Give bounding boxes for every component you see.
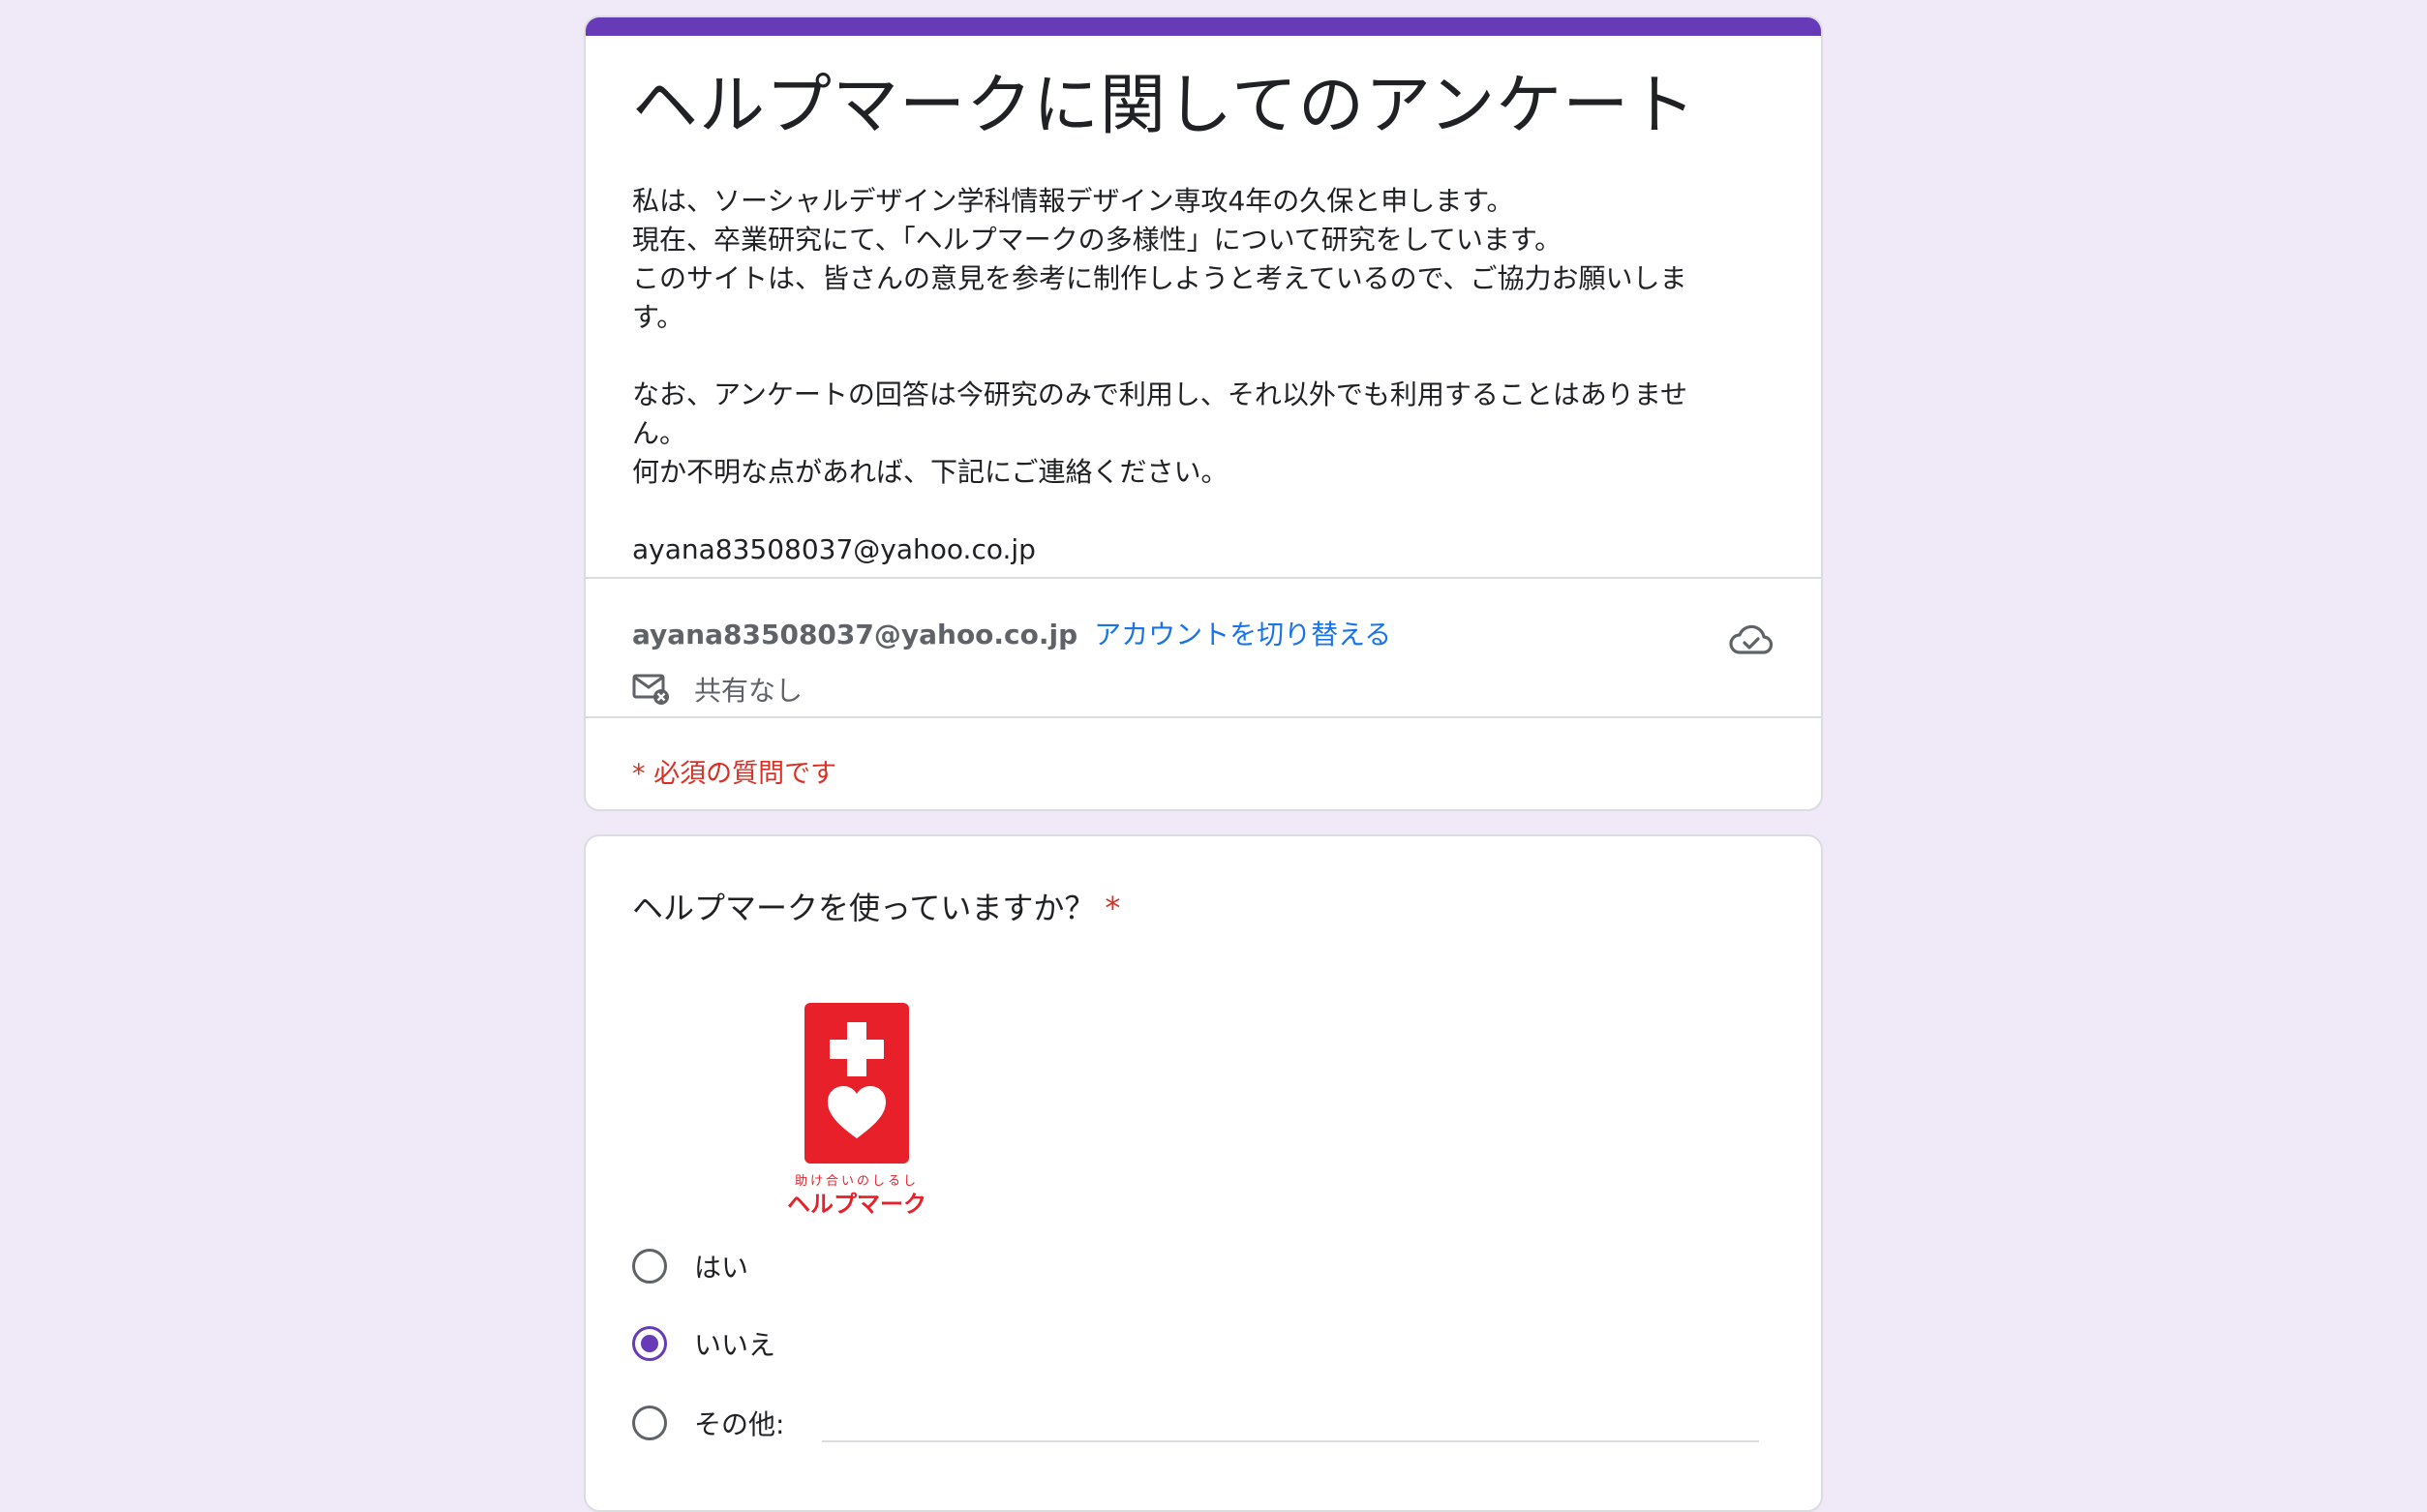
form-header-card: ヘルプマークに関してのアンケート 私は、ソーシャルデザイン学科情報デザイン専攻4… [584,15,1823,811]
question-title: ヘルプマークを使っていますか？ * [632,885,1120,931]
question-text: ヘルプマークを使っていますか？ [632,890,1096,926]
cloud-check-icon[interactable] [1728,618,1775,664]
option-label: はい [694,1252,749,1284]
option-label: いいえ [694,1329,776,1361]
description-line: 現在、卒業研究にて、「ヘルプマークの多様性」について研究をしています。 [632,224,1562,256]
account-email: ayana83508037@yahoo.co.jp [632,619,1078,650]
description-contact-email: ayana83508037@yahoo.co.jp [632,533,1036,565]
account-line: ayana83508037@yahoo.co.jp アカウントを切り替える [632,616,1391,654]
option-no[interactable]: いいえ [632,1322,775,1365]
mail-not-shared-icon [632,672,671,707]
radio-yes[interactable] [632,1249,667,1284]
switch-account-link[interactable]: アカウントを切り替える [1094,619,1391,650]
radio-no[interactable] [632,1326,667,1361]
description-line: す。 [632,301,684,333]
header-divider [586,577,1821,579]
description-line: ん。 [632,417,687,449]
form-title: ヘルプマークに関してのアンケート [632,68,1697,144]
help-mark-caption: ヘルプマーク [787,1191,926,1218]
help-mark-subtitle: 助け合いのしるし [795,1174,919,1189]
share-status-row: 共有なし [632,668,803,711]
radio-other[interactable] [632,1406,667,1440]
description-line: なお、アンケートの回答は今研究のみで利用し、それ以外でも利用することはありませ [632,378,1688,410]
description-line: このサイトは、皆さんの意見を参考に制作しようと考えているので、ご協力お願いしま [632,262,1687,294]
help-mark-image: 助け合いのしるし ヘルプマーク [787,1003,926,1218]
option-label: その他: [694,1408,785,1440]
header-divider [586,716,1821,718]
form-description: 私は、ソーシャルデザイン学科情報デザイン専攻4年の久保と申します。 現在、卒業研… [632,182,1755,569]
required-note: * 必須の質問です [632,759,837,789]
question-card: ヘルプマークを使っていますか？ * 助け合いのしるし ヘルプマーク はい いいえ … [584,834,1823,1512]
share-status-text: 共有なし [694,675,804,707]
description-line: 私は、ソーシャルデザイン学科情報デザイン専攻4年の久保と申します。 [632,185,1514,217]
other-text-input[interactable] [822,1398,1759,1442]
form-accent-bar [586,17,1821,36]
description-line: 何か不明な点があれば、下記にご連絡ください。 [632,456,1229,488]
option-yes[interactable]: はい [632,1245,748,1287]
required-star: * [1105,890,1121,926]
option-other[interactable]: その他: [632,1402,784,1444]
